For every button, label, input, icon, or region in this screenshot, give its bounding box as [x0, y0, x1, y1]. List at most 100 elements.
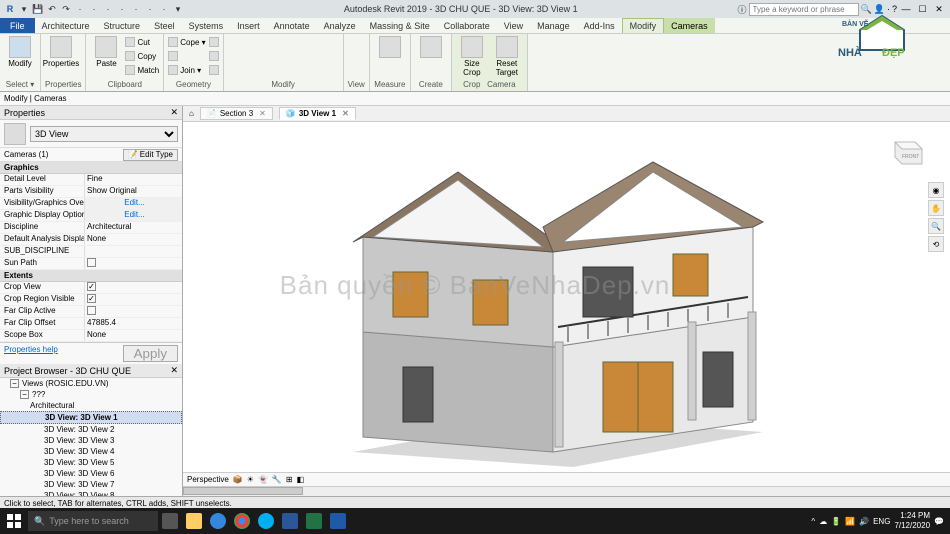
- view-tool-icon[interactable]: ◧: [297, 475, 305, 484]
- view-tool-icon[interactable]: 🔧: [272, 475, 282, 484]
- steering-wheel-icon[interactable]: ◉: [928, 182, 944, 198]
- home-icon[interactable]: ⌂: [189, 109, 194, 118]
- property-row[interactable]: Crop View: [0, 282, 182, 294]
- start-button[interactable]: [0, 508, 28, 534]
- undo-icon[interactable]: ↶: [46, 3, 58, 15]
- tab-modify[interactable]: Modify: [622, 18, 665, 33]
- tab-addins[interactable]: Add-Ins: [577, 18, 622, 33]
- property-row[interactable]: Parts VisibilityShow Original: [0, 186, 182, 198]
- drawing-canvas[interactable]: FRONT ◉ ✋ 🔍 ⟲: [183, 122, 950, 472]
- tree-views[interactable]: −Views (ROSIC.EDU.VN): [0, 378, 182, 389]
- taskbar-app-excel[interactable]: [302, 508, 326, 534]
- join-button[interactable]: Join ▾: [168, 64, 205, 76]
- tray-volume-icon[interactable]: 🔊: [859, 517, 869, 526]
- perspective-label[interactable]: Perspective: [187, 475, 229, 484]
- property-row[interactable]: Visibility/Graphics OverridesEdit...: [0, 198, 182, 210]
- qat-icon[interactable]: ·: [116, 3, 128, 15]
- tab-view[interactable]: View: [497, 18, 530, 33]
- project-browser-tree[interactable]: −Views (ROSIC.EDU.VN) −??? Architectural…: [0, 378, 182, 496]
- tab-steel[interactable]: Steel: [147, 18, 182, 33]
- cope-button[interactable]: Cope ▾: [168, 36, 205, 48]
- geom-tool[interactable]: [209, 64, 219, 76]
- qat-dropdown-icon[interactable]: ▾: [172, 3, 184, 15]
- edit-type-button[interactable]: 📝 Edit Type: [123, 149, 178, 161]
- notifications-icon[interactable]: 💬: [934, 517, 944, 526]
- property-row[interactable]: Graphic Display OptionsEdit...: [0, 210, 182, 222]
- tree-item[interactable]: 3D View: 3D View 5: [0, 457, 182, 468]
- open-icon[interactable]: ▾: [18, 3, 30, 15]
- tab-systems[interactable]: Systems: [182, 18, 231, 33]
- view-tool-icon[interactable]: 👻: [258, 475, 268, 484]
- tree-item[interactable]: 3D View: 3D View 6: [0, 468, 182, 479]
- qat-icon[interactable]: ·: [158, 3, 170, 15]
- info-icon[interactable]: ⓘ: [738, 3, 747, 16]
- view-tab-3dview1[interactable]: 🧊 3D View 1✕: [279, 107, 356, 120]
- close-tab-icon[interactable]: ✕: [342, 109, 349, 118]
- taskbar-app-chrome[interactable]: [230, 508, 254, 534]
- reset-target-button[interactable]: Reset Target: [491, 36, 523, 77]
- view-tool-icon[interactable]: ⊞: [286, 475, 293, 484]
- property-row[interactable]: Sun Path: [0, 258, 182, 270]
- tab-massing-site[interactable]: Massing & Site: [363, 18, 437, 33]
- task-view-icon[interactable]: [158, 508, 182, 534]
- measure-button[interactable]: [374, 36, 406, 58]
- view-tool-icon[interactable]: ☀: [247, 475, 254, 484]
- tray-battery-icon[interactable]: 🔋: [831, 517, 841, 526]
- tab-analyze[interactable]: Analyze: [317, 18, 363, 33]
- close-icon[interactable]: ✕: [170, 365, 178, 376]
- tree-item[interactable]: 3D View: 3D View 2: [0, 424, 182, 435]
- type-dropdown[interactable]: 3D View: [30, 126, 178, 142]
- category-graphics[interactable]: Graphics: [0, 162, 182, 174]
- tab-context-cameras[interactable]: Cameras: [664, 18, 715, 33]
- tree-item[interactable]: 3D View: 3D View 3: [0, 435, 182, 446]
- save-icon[interactable]: 💾: [32, 3, 44, 15]
- property-row[interactable]: Scope BoxNone: [0, 330, 182, 342]
- close-icon[interactable]: ✕: [170, 107, 178, 118]
- taskbar-app-skype[interactable]: [254, 508, 278, 534]
- property-row[interactable]: Detail LevelFine: [0, 174, 182, 186]
- instance-label[interactable]: Cameras (1): [4, 150, 123, 159]
- geom-tool[interactable]: [209, 50, 219, 62]
- qat-icon[interactable]: ·: [144, 3, 156, 15]
- pan-icon[interactable]: ✋: [928, 200, 944, 216]
- tree-item[interactable]: 3D View: 3D View 8: [0, 490, 182, 496]
- qat-icon[interactable]: ·: [88, 3, 100, 15]
- redo-icon[interactable]: ↷: [60, 3, 72, 15]
- paste-button[interactable]: Paste: [90, 36, 122, 68]
- taskbar-app-explorer[interactable]: [182, 508, 206, 534]
- horizontal-scrollbar[interactable]: [183, 486, 950, 496]
- cut-button[interactable]: Cut: [125, 36, 159, 48]
- apply-button[interactable]: Apply: [123, 345, 178, 362]
- cut-geom-button[interactable]: [168, 50, 205, 62]
- tab-structure[interactable]: Structure: [97, 18, 148, 33]
- modify-button[interactable]: Modify: [4, 36, 36, 68]
- create-button[interactable]: [415, 36, 447, 58]
- tab-manage[interactable]: Manage: [530, 18, 577, 33]
- taskbar-search[interactable]: 🔍 Type here to search: [28, 511, 158, 531]
- view-tool-icon[interactable]: 📦: [233, 475, 243, 484]
- properties-help-link[interactable]: Properties help: [4, 345, 58, 362]
- property-row[interactable]: Crop Region Visible: [0, 294, 182, 306]
- close-tab-icon[interactable]: ✕: [259, 109, 266, 118]
- tray-wifi-icon[interactable]: 📶: [845, 517, 855, 526]
- tree-item-active[interactable]: 3D View: 3D View 1: [0, 411, 182, 424]
- tray-cloud-icon[interactable]: ☁: [819, 517, 827, 526]
- match-button[interactable]: Match: [125, 64, 159, 76]
- properties-button[interactable]: Properties: [45, 36, 77, 68]
- tree-architectural[interactable]: Architectural: [0, 400, 182, 411]
- property-row[interactable]: DisciplineArchitectural: [0, 222, 182, 234]
- tree-item[interactable]: 3D View: 3D View 4: [0, 446, 182, 457]
- tree-unknown[interactable]: −???: [0, 389, 182, 400]
- group-label[interactable]: Select ▾: [4, 80, 36, 89]
- category-extents[interactable]: Extents: [0, 270, 182, 282]
- tray-chevron-icon[interactable]: ^: [811, 517, 815, 526]
- property-row[interactable]: Default Analysis Display StyleNone: [0, 234, 182, 246]
- tab-architecture[interactable]: Architecture: [35, 18, 97, 33]
- qat-icon[interactable]: ·: [130, 3, 142, 15]
- property-row[interactable]: SUB_DISCIPLINE: [0, 246, 182, 258]
- taskbar-app-revit[interactable]: [326, 508, 350, 534]
- view-tab-section3[interactable]: 📄 Section 3✕: [200, 107, 273, 120]
- qat-icon[interactable]: ·: [74, 3, 86, 15]
- tab-annotate[interactable]: Annotate: [267, 18, 317, 33]
- type-selector[interactable]: 3D View: [0, 120, 182, 148]
